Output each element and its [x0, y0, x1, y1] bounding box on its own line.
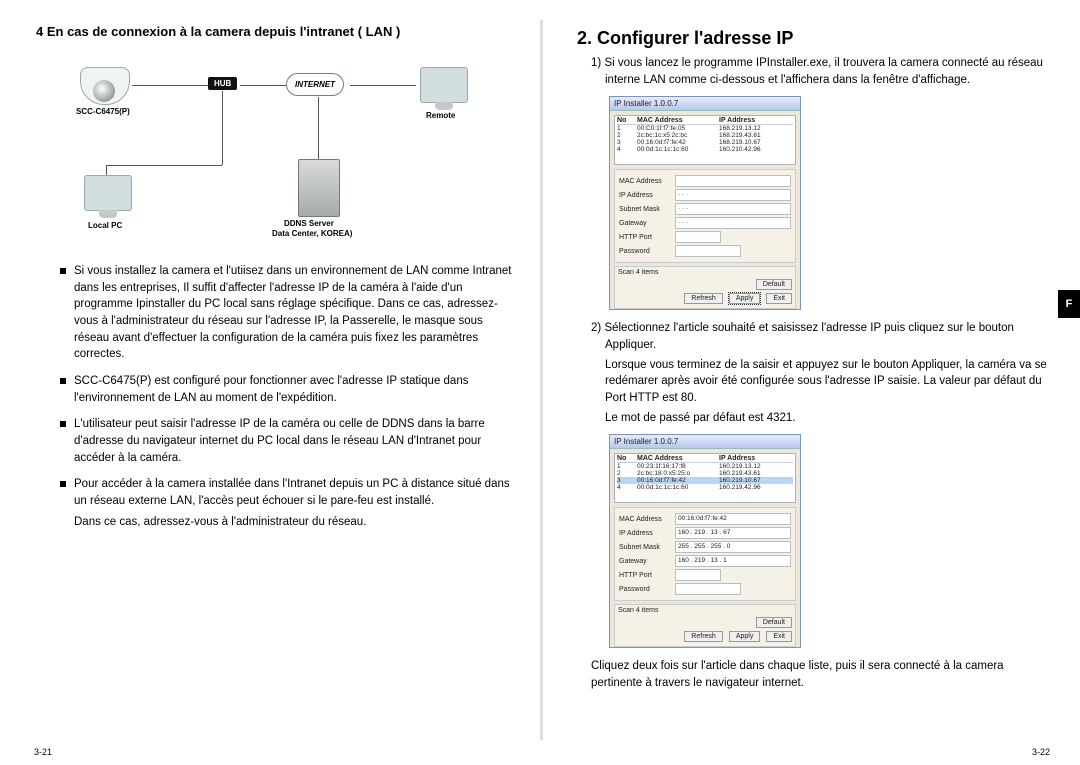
- ip-installer-window-2: IP Installer 1.0.0.7 No MAC Address IP A…: [609, 434, 801, 648]
- list-item[interactable]: 22c:bc:1c:x5:2c:bc168.219.43.61: [617, 132, 793, 139]
- page-right: 2. Configurer l'adresse IP 1) Si vous la…: [540, 20, 1080, 740]
- ddns-server-icon: [298, 159, 340, 217]
- default-button[interactable]: Default: [756, 279, 792, 290]
- step-1-text: Si vous lancez le programme IPInstaller.…: [604, 57, 1043, 86]
- refresh-button[interactable]: Refresh: [684, 631, 723, 642]
- password-input[interactable]: [675, 245, 741, 257]
- gateway-label: Gateway: [619, 220, 671, 227]
- scan-text: Scan 4 items: [618, 269, 658, 276]
- ipwin1-fields: MAC Address IP Address · · · Subnet Mask ·…: [614, 169, 796, 263]
- ip-input[interactable]: · · ·: [675, 189, 791, 201]
- password-label: Password: [619, 248, 671, 255]
- http-label: HTTP Port: [619, 234, 671, 241]
- hub-label: HUB: [208, 77, 237, 90]
- step-2b: Lorsque vous terminez de la saisir et ap…: [605, 357, 1048, 407]
- subnet-label: Subnet Mask: [619, 206, 671, 213]
- ipwin2-list[interactable]: No MAC Address IP Address 100:23:1f:16:1…: [614, 453, 796, 503]
- mac-input[interactable]: 00:16:0d:f7:fe:42: [675, 513, 791, 525]
- local-pc-label: Local PC: [88, 221, 122, 230]
- ipwin2-hdr-no: No: [617, 455, 631, 462]
- mac-label: MAC Address: [619, 516, 671, 523]
- remote-label: Remote: [426, 111, 455, 120]
- http-input[interactable]: [675, 231, 721, 243]
- list-item[interactable]: 300:16:0d:f7:fe:42168.219.10.67: [617, 139, 793, 146]
- ddns-label-1: DDNS Server: [284, 219, 334, 228]
- list-item-selected[interactable]: 300:16:0d:f7:fe:42160.219.10.67: [617, 477, 793, 484]
- ddns-label-2: Data Center, KOREA): [272, 229, 352, 238]
- http-label: HTTP Port: [619, 572, 671, 579]
- step-1: 1) Si vous lancez le programme IPInstall…: [591, 55, 1048, 88]
- gateway-input[interactable]: 160 . 219 . 13 . 1: [675, 555, 791, 567]
- after-bullets: Dans ce cas, adressez-vous à l'administr…: [74, 514, 512, 531]
- page-number-left: 3-21: [34, 747, 52, 757]
- mac-input[interactable]: [675, 175, 791, 187]
- ip-input[interactable]: 160 . 219 . 13 . 67: [675, 527, 791, 539]
- ipwin1-hdr-mac: MAC Address: [637, 117, 713, 124]
- default-button[interactable]: Default: [756, 617, 792, 628]
- section-title: 2. Configurer l'adresse IP: [577, 28, 1048, 49]
- subnet-input[interactable]: · · ·: [675, 203, 791, 215]
- apply-button[interactable]: Apply: [729, 293, 761, 304]
- ipwin1-hdr-no: No: [617, 117, 631, 124]
- step-2-text: Sélectionnez l'article souhaité et saisi…: [604, 322, 1013, 351]
- refresh-button[interactable]: Refresh: [684, 293, 723, 304]
- ipwin2-title: IP Installer 1.0.0.7: [610, 435, 800, 449]
- ip-label: IP Address: [619, 530, 671, 537]
- page-number-right: 3-22: [1032, 747, 1050, 757]
- ipwin2-fields: MAC Address 00:16:0d:f7:fe:42 IP Address 1…: [614, 507, 796, 601]
- step-2: 2) Sélectionnez l'article souhaité et sa…: [591, 320, 1048, 353]
- bullet-3: L'utilisateur peut saisir l'adresse IP d…: [60, 416, 512, 466]
- ipwin1-hdr-ip: IP Address: [719, 117, 755, 124]
- step-3: Cliquez deux fois sur l'article dans cha…: [591, 658, 1048, 691]
- lan-bullet-list: Si vous installez la camera et l'utiisez…: [60, 263, 512, 510]
- list-item[interactable]: 100:C0:1f:f7:fe:05168.219.13.12: [617, 125, 793, 132]
- exit-button[interactable]: Exit: [766, 631, 792, 642]
- bullet-4: Pour accéder à la camera installée dans …: [60, 476, 512, 509]
- camera-icon: [80, 67, 130, 105]
- http-input[interactable]: [675, 569, 721, 581]
- ip-installer-window-1: IP Installer 1.0.0.7 No MAC Address IP A…: [609, 96, 801, 310]
- bullet-2: SCC-C6475(P) est configuré pour fonction…: [60, 373, 512, 406]
- step-2-lead: 2): [591, 322, 601, 334]
- ip-label: IP Address: [619, 192, 671, 199]
- step-1-lead: 1): [591, 57, 601, 69]
- gateway-input[interactable]: · · ·: [675, 217, 791, 229]
- password-input[interactable]: [675, 583, 741, 595]
- ipwin1-title: IP Installer 1.0.0.7: [610, 97, 800, 111]
- page-left: 4 En cas de connexion à la camera depuis…: [0, 20, 540, 740]
- ipwin2-hdr-ip: IP Address: [719, 455, 755, 462]
- scan-text: Scan 4 items: [618, 607, 658, 614]
- list-item[interactable]: 100:23:1f:16:17:f8160.219.13.12: [617, 463, 793, 470]
- camera-model-label: SCC-C6475(P): [76, 107, 130, 116]
- ipwin2-hdr-mac: MAC Address: [637, 455, 713, 462]
- step-2c: Le mot de passé par défaut est 4321.: [605, 410, 1048, 427]
- exit-button[interactable]: Exit: [766, 293, 792, 304]
- heading-4: 4 En cas de connexion à la camera depuis…: [36, 24, 512, 39]
- subnet-input[interactable]: 255 . 255 . 255 . 0: [675, 541, 791, 553]
- internet-label: INTERNET: [286, 73, 344, 96]
- ipwin2-scan: Scan 4 items Default Refresh Apply Exit: [614, 604, 796, 647]
- password-label: Password: [619, 586, 671, 593]
- apply-button[interactable]: Apply: [729, 631, 761, 642]
- list-item[interactable]: 400:0d:1c:1c:1c:60160.219.42.96: [617, 484, 793, 491]
- ipwin1-scan: Scan 4 items Default Refresh Apply Exit: [614, 266, 796, 309]
- subnet-label: Subnet Mask: [619, 544, 671, 551]
- ipwin1-list[interactable]: No MAC Address IP Address 100:C0:1f:f7:f…: [614, 115, 796, 165]
- mac-label: MAC Address: [619, 178, 671, 185]
- local-pc-icon: [84, 175, 132, 211]
- list-item[interactable]: 22c:bc:18:0:x5:25:o160.219.43.61: [617, 470, 793, 477]
- network-diagram: SCC-C6475(P) HUB INTERNET Remote Local P…: [74, 49, 484, 249]
- bullet-1: Si vous installez la camera et l'utiisez…: [60, 263, 512, 363]
- side-tab: F: [1058, 290, 1080, 318]
- list-item[interactable]: 400:0d:1c:1c:1c:60160.210.42.96: [617, 146, 793, 153]
- gateway-label: Gateway: [619, 558, 671, 565]
- remote-pc-icon: [420, 67, 468, 103]
